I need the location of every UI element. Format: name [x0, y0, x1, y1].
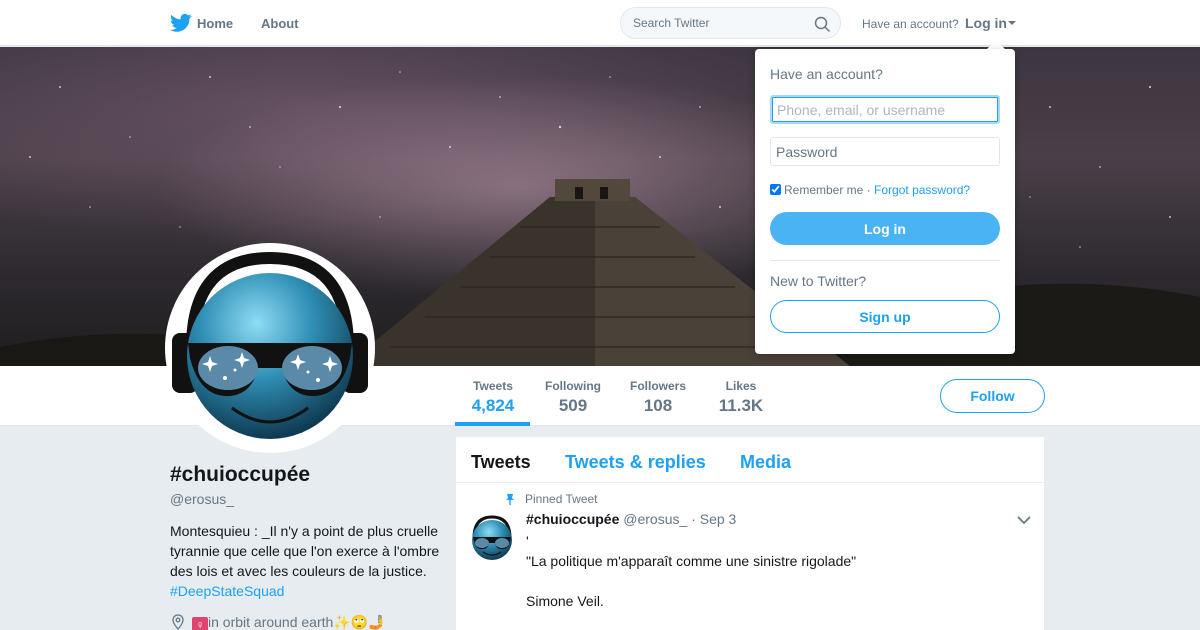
signup-button[interactable]: Sign up [770, 300, 1000, 333]
active-stat-underline [455, 422, 530, 426]
tweet-text: ' "La politique m'apparaît comme une sin… [526, 533, 857, 609]
stat-likes[interactable]: Likes 11.3K [714, 379, 768, 416]
remember-me-label[interactable]: Remember me [784, 183, 863, 197]
stat-following-label: Following [545, 379, 601, 393]
stat-followers-value: 108 [643, 396, 673, 415]
forgot-password-link[interactable]: Forgot password? [874, 183, 970, 197]
chevron-down-icon[interactable] [1008, 21, 1016, 25]
top-navigation: Home About Have an account? Log in [0, 0, 1200, 46]
dropdown-arrow [987, 40, 1005, 49]
stat-tweets[interactable]: Tweets 4,824 [468, 379, 518, 416]
username-field[interactable] [770, 95, 1000, 124]
bio-hashtag-link[interactable]: #DeepStateSquad [170, 583, 284, 599]
login-button[interactable]: Log in [770, 212, 1000, 245]
stat-likes-label: Likes [725, 379, 757, 393]
twitter-bird-icon[interactable] [170, 13, 192, 33]
tweet-avatar[interactable] [468, 514, 516, 562]
search-box[interactable] [620, 7, 841, 39]
female-sign-icon: ♀ [192, 617, 208, 630]
profile-bio: Montesquieu : _Il n'y a point de plus cr… [170, 521, 440, 601]
separator-dot: · [866, 183, 871, 197]
profile-avatar[interactable] [165, 243, 375, 453]
stat-followers[interactable]: Followers 108 [628, 379, 688, 416]
tweet-header: #chuioccupée @erosus_ · Sep 3 [526, 511, 736, 527]
nav-about-link[interactable]: About [261, 16, 299, 31]
chevron-down-icon[interactable] [1017, 515, 1031, 525]
profile-display-name[interactable]: #chuioccupée [170, 463, 310, 487]
tweet-author-handle[interactable]: @erosus_ [623, 511, 687, 527]
follow-button[interactable]: Follow [940, 379, 1045, 413]
stat-tweets-value: 4,824 [471, 396, 515, 415]
login-menu-link[interactable]: Log in [965, 15, 1007, 31]
remember-row: Remember me · Forgot password? [770, 183, 970, 197]
tab-tweets-replies[interactable]: Tweets & replies [565, 452, 706, 473]
remember-me-checkbox[interactable] [770, 184, 781, 195]
location-text: in orbit around earth✨🙄🤳 [208, 614, 386, 630]
profile-handle[interactable]: @erosus_ [170, 491, 234, 507]
search-icon[interactable] [814, 16, 830, 32]
stat-tweets-label: Tweets [473, 379, 513, 393]
pushpin-icon [506, 494, 514, 505]
timeline-tabs: Tweets Tweets & replies Media [456, 437, 1044, 483]
tab-tweets[interactable]: Tweets [471, 452, 531, 473]
stat-following[interactable]: Following 509 [543, 379, 603, 416]
tab-media[interactable]: Media [740, 452, 791, 473]
bio-text: Montesquieu : _Il n'y a point de plus cr… [170, 523, 440, 579]
nav-home-link[interactable]: Home [197, 16, 233, 31]
password-field[interactable] [770, 137, 1000, 166]
have-account-text: Have an account? [862, 17, 959, 31]
divider [770, 260, 1000, 261]
tweet-date[interactable]: · Sep 3 [691, 511, 736, 527]
new-to-twitter-text: New to Twitter? [770, 273, 867, 289]
timeline: Tweets Tweets & replies Media Pinned Twe… [456, 437, 1044, 630]
pinned-tweet-label: Pinned Tweet [525, 492, 598, 506]
location-pin-icon [172, 614, 184, 630]
profile-location: ♀ in orbit around earth✨🙄🤳 [170, 614, 386, 630]
search-input[interactable] [633, 15, 808, 31]
stat-followers-label: Followers [629, 379, 686, 393]
login-dropdown: Have an account? Remember me · Forgot pa… [755, 49, 1015, 354]
stat-following-value: 509 [558, 396, 588, 415]
tweet-author-name[interactable]: #chuioccupée [526, 511, 619, 527]
stat-likes-value: 11.3K [718, 396, 764, 415]
dropdown-title: Have an account? [770, 66, 883, 82]
